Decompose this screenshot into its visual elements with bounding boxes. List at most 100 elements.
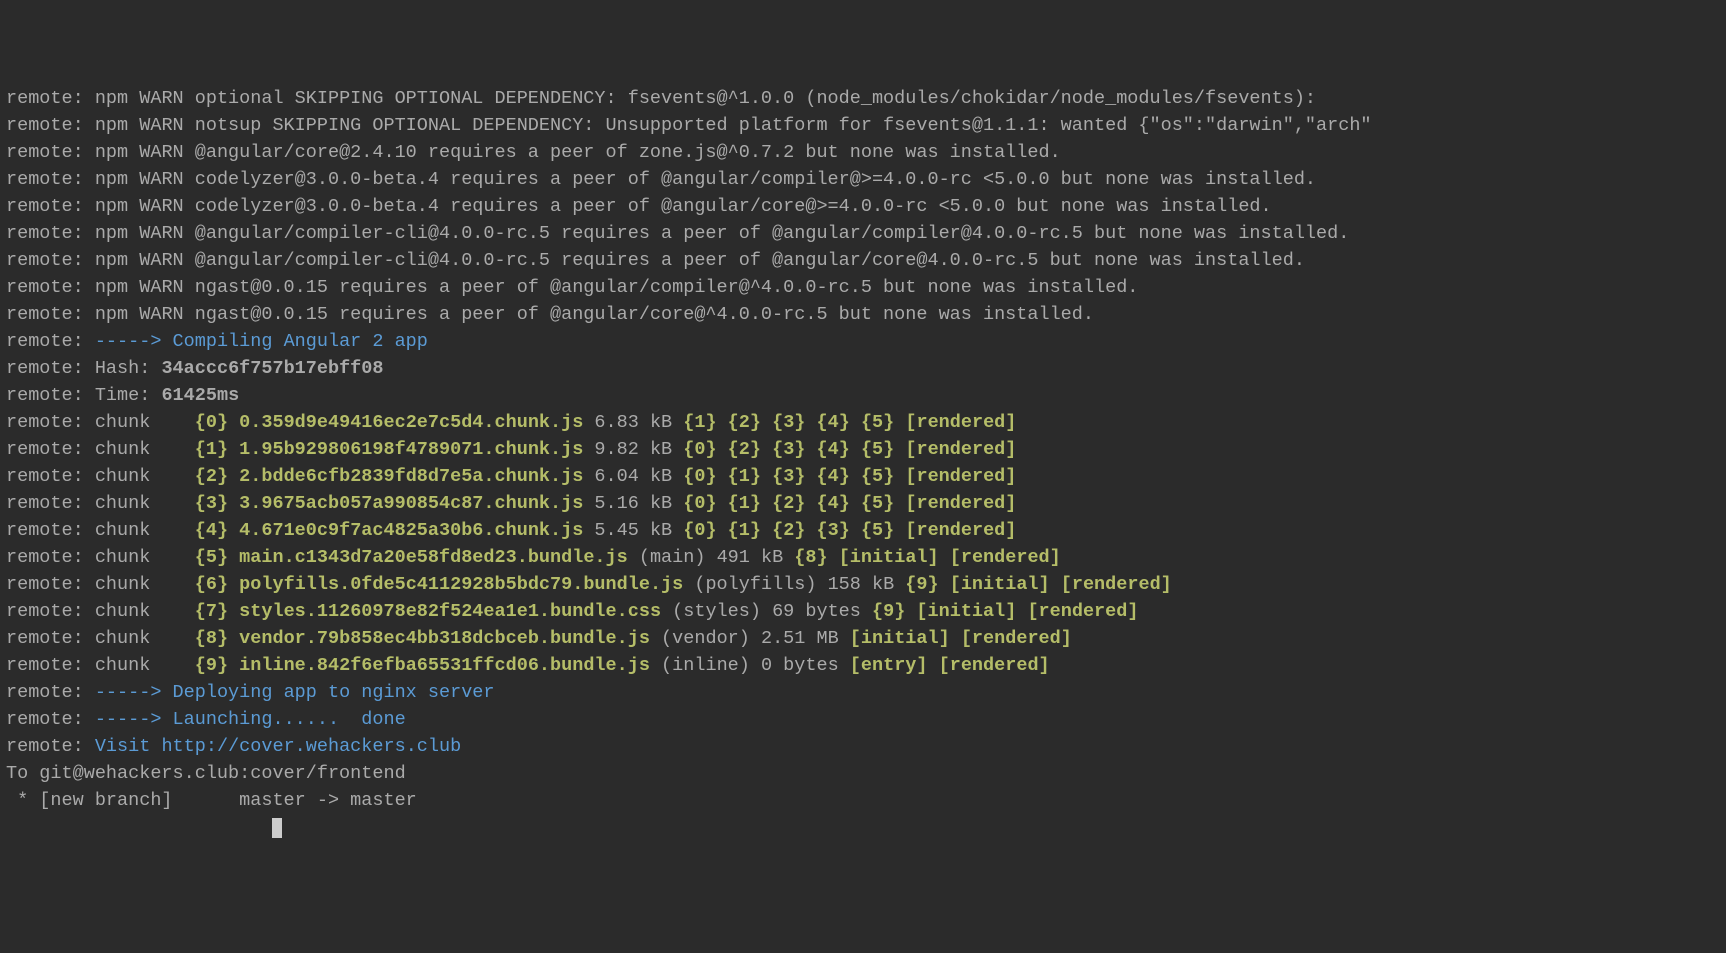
chunk-file: main.c1343d7a20e58fd8ed23.bundle.js: [239, 547, 628, 568]
chunk-tag: [initial]: [839, 547, 950, 568]
npm-warn-text: npm WARN optional SKIPPING OPTIONAL DEPE…: [95, 88, 1316, 109]
chunk-dep: {9}: [905, 574, 949, 595]
chunk-line: remote: chunk {0} 0.359d9e49416ec2e7c5d4…: [6, 409, 1720, 436]
remote-prefix: remote:: [6, 331, 95, 352]
chunk-dep: {4}: [817, 493, 861, 514]
build-hash: remote: Hash: 34accc6f757b17ebff08: [6, 355, 1720, 382]
arrow-icon: ----->: [95, 331, 173, 352]
remote-prefix: remote:: [6, 115, 95, 136]
chunk-dep: {8}: [794, 547, 838, 568]
git-push-branch-text: * [new branch] master -> master: [6, 790, 417, 811]
chunk-dep: {2}: [772, 520, 816, 541]
chunk-meta: (inline) 0 bytes: [650, 655, 850, 676]
npm-warn-line: remote: npm WARN codelyzer@3.0.0-beta.4 …: [6, 193, 1720, 220]
npm-warn-text: npm WARN codelyzer@3.0.0-beta.4 requires…: [95, 196, 1272, 217]
chunk-dep: {4}: [817, 439, 861, 460]
remote-prefix: remote:: [6, 628, 95, 649]
chunk-tag: [initial]: [950, 574, 1061, 595]
remote-prefix: remote:: [6, 736, 95, 757]
npm-warn-text: npm WARN ngast@0.0.15 requires a peer of…: [95, 304, 1094, 325]
remote-prefix: remote:: [6, 169, 95, 190]
remote-prefix: remote:: [6, 142, 95, 163]
chunk-meta: 6.04 kB: [583, 466, 683, 487]
remote-prefix: remote:: [6, 358, 95, 379]
chunk-tag: [rendered]: [905, 412, 1027, 433]
chunk-file: inline.842f6efba65531ffcd06.bundle.js: [239, 655, 650, 676]
chunk-tag: [rendered]: [1061, 574, 1183, 595]
chunk-dep: {3}: [772, 466, 816, 487]
remote-prefix: remote:: [6, 547, 95, 568]
chunk-dep: {9}: [872, 601, 916, 622]
git-push-branch: * [new branch] master -> master: [6, 787, 1720, 814]
chunk-meta: (vendor) 2.51 MB: [650, 628, 850, 649]
chunk-id: {5}: [195, 547, 239, 568]
npm-warn-line: remote: npm WARN notsup SKIPPING OPTIONA…: [6, 112, 1720, 139]
remote-prefix: remote:: [6, 277, 95, 298]
chunk-id: {0}: [195, 412, 239, 433]
time-value: 61425ms: [161, 385, 239, 406]
chunk-file: 0.359d9e49416ec2e7c5d4.chunk.js: [239, 412, 583, 433]
visit-label: Visit: [95, 736, 162, 757]
chunk-dep: {5}: [861, 439, 905, 460]
chunk-id: {2}: [195, 466, 239, 487]
npm-warn-line: remote: npm WARN codelyzer@3.0.0-beta.4 …: [6, 166, 1720, 193]
step-compile-text: Compiling Angular 2 app: [173, 331, 428, 352]
hash-label: Hash:: [95, 358, 162, 379]
chunk-label: chunk: [95, 493, 195, 514]
chunk-tag: [rendered]: [950, 547, 1072, 568]
npm-warn-text: npm WARN codelyzer@3.0.0-beta.4 requires…: [95, 169, 1316, 190]
chunk-tag: [rendered]: [939, 655, 1061, 676]
chunk-line: remote: chunk {7} styles.11260978e82f524…: [6, 598, 1720, 625]
chunk-file: 4.671e0c9f7ac4825a30b6.chunk.js: [239, 520, 583, 541]
chunk-tag: [rendered]: [905, 493, 1027, 514]
cursor: [272, 818, 282, 838]
remote-prefix: remote:: [6, 223, 95, 244]
remote-prefix: remote:: [6, 682, 95, 703]
chunk-tag: [rendered]: [1027, 601, 1149, 622]
chunk-line: remote: chunk {6} polyfills.0fde5c411292…: [6, 571, 1720, 598]
step-deploy: remote: -----> Deploying app to nginx se…: [6, 679, 1720, 706]
remote-prefix: remote:: [6, 196, 95, 217]
chunk-label: chunk: [95, 520, 195, 541]
chunk-label: chunk: [95, 439, 195, 460]
chunk-dep: {2}: [772, 493, 816, 514]
chunk-dep: {2}: [728, 439, 772, 460]
chunk-dep: {1}: [728, 466, 772, 487]
npm-warn-text: npm WARN @angular/core@2.4.10 requires a…: [95, 142, 1061, 163]
chunk-file: vendor.79b858ec4bb318dcbceb.bundle.js: [239, 628, 650, 649]
chunk-dep: {5}: [861, 466, 905, 487]
step-launch: remote: -----> Launching...... done: [6, 706, 1720, 733]
chunk-dep: {2}: [728, 412, 772, 433]
chunk-line: remote: chunk {5} main.c1343d7a20e58fd8e…: [6, 544, 1720, 571]
chunk-meta: (main) 491 kB: [628, 547, 795, 568]
chunk-meta: 9.82 kB: [583, 439, 683, 460]
chunk-tag: [initial]: [916, 601, 1027, 622]
chunk-meta: (polyfills) 158 kB: [683, 574, 905, 595]
hash-value: 34accc6f757b17ebff08: [161, 358, 383, 379]
chunk-line: remote: chunk {4} 4.671e0c9f7ac4825a30b6…: [6, 517, 1720, 544]
visit-line: remote: Visit http://cover.wehackers.clu…: [6, 733, 1720, 760]
chunk-line: remote: chunk {1} 1.95b929806198f4789071…: [6, 436, 1720, 463]
chunk-label: chunk: [95, 547, 195, 568]
chunk-label: chunk: [95, 655, 195, 676]
step-compile: remote: -----> Compiling Angular 2 app: [6, 328, 1720, 355]
chunk-meta: 5.45 kB: [583, 520, 683, 541]
chunk-label: chunk: [95, 574, 195, 595]
chunk-dep: {4}: [817, 466, 861, 487]
chunk-file: polyfills.0fde5c4112928b5bdc79.bundle.js: [239, 574, 683, 595]
chunk-tag: [rendered]: [961, 628, 1083, 649]
npm-warn-text: npm WARN notsup SKIPPING OPTIONAL DEPEND…: [95, 115, 1372, 136]
build-time: remote: Time: 61425ms: [6, 382, 1720, 409]
chunk-file: 1.95b929806198f4789071.chunk.js: [239, 439, 583, 460]
npm-warn-text: npm WARN ngast@0.0.15 requires a peer of…: [95, 277, 1139, 298]
chunk-label: chunk: [95, 601, 195, 622]
chunk-dep: {5}: [861, 493, 905, 514]
chunk-dep: {0}: [683, 466, 727, 487]
chunk-line: remote: chunk {3} 3.9675acb057a990854c87…: [6, 490, 1720, 517]
remote-prefix: remote:: [6, 709, 95, 730]
npm-warn-line: remote: npm WARN ngast@0.0.15 requires a…: [6, 274, 1720, 301]
visit-url: http://cover.wehackers.club: [161, 736, 461, 757]
npm-warn-line: remote: npm WARN ngast@0.0.15 requires a…: [6, 301, 1720, 328]
remote-prefix: remote:: [6, 250, 95, 271]
arrow-icon: ----->: [95, 682, 173, 703]
